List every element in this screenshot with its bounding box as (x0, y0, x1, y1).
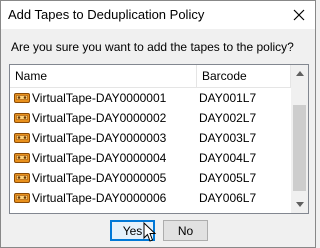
dialog-title: Add Tapes to Deduplication Policy (8, 7, 205, 22)
tape-name: VirtualTape-DAY0000005 (32, 171, 167, 185)
scroll-thumb[interactable] (293, 105, 306, 191)
tape-barcode: DAY007L7 (199, 208, 256, 213)
table-row[interactable]: VirtualTape-DAY0000007 DAY007L7 (10, 208, 291, 214)
table-row[interactable]: VirtualTape-DAY0000005 DAY005L7 (10, 168, 291, 188)
close-icon (293, 9, 305, 21)
list-rows: VirtualTape-DAY0000001 DAY001L7 VirtualTap… (10, 88, 291, 214)
tape-name: VirtualTape-DAY0000001 (32, 91, 167, 105)
tapes-list[interactable]: Name Barcode VirtualTape-DAY0000001 DAY00… (9, 64, 309, 214)
column-header-name[interactable]: Name (10, 65, 197, 87)
table-row[interactable]: VirtualTape-DAY0000004 DAY004L7 (10, 148, 291, 168)
chevron-up-icon (295, 71, 304, 76)
tape-barcode: DAY003L7 (199, 131, 257, 145)
vertical-scrollbar[interactable] (291, 65, 308, 213)
tape-icon (14, 212, 30, 214)
tape-barcode: DAY004L7 (199, 151, 257, 165)
close-button[interactable] (283, 1, 315, 29)
list-header: Name Barcode (10, 65, 291, 88)
mouse-pointer-icon (143, 222, 157, 242)
tape-barcode: DAY001L7 (199, 91, 257, 105)
tape-name: VirtualTape-DAY0000002 (32, 111, 167, 125)
no-button[interactable]: No (163, 220, 208, 241)
tape-barcode: DAY006L7 (199, 191, 257, 205)
table-row[interactable]: VirtualTape-DAY0000001 DAY001L7 (10, 88, 291, 108)
table-row[interactable]: VirtualTape-DAY0000006 DAY006L7 (10, 188, 291, 208)
tape-icon (14, 193, 30, 203)
tape-name: VirtualTape-DAY0000003 (32, 131, 167, 145)
tape-icon (14, 133, 30, 143)
tape-barcode: DAY005L7 (199, 171, 257, 185)
tape-icon (14, 113, 30, 123)
table-row[interactable]: VirtualTape-DAY0000002 DAY002L7 (10, 108, 291, 128)
column-header-barcode[interactable]: Barcode (197, 65, 291, 87)
tape-icon (14, 153, 30, 163)
tape-barcode: DAY002L7 (199, 111, 257, 125)
chevron-down-icon (295, 202, 304, 207)
tape-name: VirtualTape-DAY0000006 (32, 191, 167, 205)
title-bar[interactable]: Add Tapes to Deduplication Policy (1, 1, 315, 29)
scroll-down-button[interactable] (291, 196, 308, 213)
scroll-up-button[interactable] (291, 65, 308, 82)
tape-name: VirtualTape-DAY0000007 (32, 208, 166, 213)
confirm-message: Are you sure you want to add the tapes t… (11, 40, 294, 54)
dialog-window: Add Tapes to Deduplication Policy Are yo… (0, 0, 316, 248)
tape-name: VirtualTape-DAY0000004 (32, 151, 167, 165)
table-row[interactable]: VirtualTape-DAY0000003 DAY003L7 (10, 128, 291, 148)
tape-icon (14, 93, 30, 103)
tape-icon (14, 173, 30, 183)
